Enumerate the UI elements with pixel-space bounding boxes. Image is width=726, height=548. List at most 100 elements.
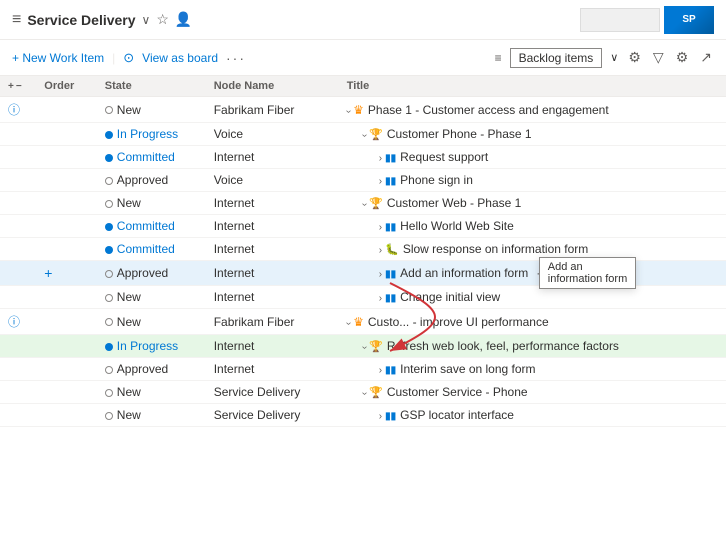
backlog-chevron-icon[interactable]: ∨ bbox=[610, 51, 618, 64]
order-cell bbox=[36, 238, 97, 261]
add-row-button[interactable]: + bbox=[44, 265, 52, 281]
node-cell: Internet bbox=[206, 146, 339, 169]
expand-all-icon[interactable]: + bbox=[8, 81, 14, 92]
title-cell[interactable]: ›▮▮Add an information form···Add an info… bbox=[339, 261, 726, 286]
state-dot bbox=[105, 412, 113, 420]
title-cell[interactable]: ›🏆 Customer Phone - Phase 1 bbox=[339, 123, 726, 146]
state-label: In Progress bbox=[117, 127, 178, 141]
state-label: Committed bbox=[117, 219, 175, 233]
node-cell: Service Delivery bbox=[206, 404, 339, 427]
info-icon[interactable]: ⓘ bbox=[8, 315, 20, 329]
settings-icon[interactable]: ⚙ bbox=[674, 47, 691, 68]
page-title: Service Delivery bbox=[27, 12, 135, 28]
title-cell[interactable]: ›▮▮Phone sign in bbox=[339, 169, 726, 192]
title-cell[interactable]: ›▮▮Request support bbox=[339, 146, 726, 169]
title-text: Slow response on information form bbox=[403, 242, 588, 256]
grid-icon: ≡ bbox=[12, 11, 21, 29]
state-cell: Approved bbox=[97, 169, 206, 192]
item-type-icon: ▮▮ bbox=[385, 290, 396, 304]
state-cell: New bbox=[97, 97, 206, 123]
title-cell[interactable]: ›▮▮Hello World Web Site bbox=[339, 215, 726, 238]
expand-arrow[interactable]: › bbox=[379, 222, 382, 233]
expand-arrow[interactable]: › bbox=[359, 134, 370, 137]
state-label: Committed bbox=[117, 150, 175, 164]
state-dot bbox=[105, 270, 113, 278]
state-cell: Approved bbox=[97, 261, 206, 286]
state-dot bbox=[105, 246, 113, 254]
order-cell bbox=[36, 358, 97, 381]
expand-arrow[interactable]: › bbox=[379, 411, 382, 422]
collapse-all-icon[interactable]: − bbox=[16, 81, 22, 92]
table-row: CommittedInternet›▮▮Hello World Web Site bbox=[0, 215, 726, 238]
title-chevron-icon[interactable]: ∨ bbox=[142, 13, 151, 27]
state-label: New bbox=[117, 103, 141, 117]
table-row: NewService Delivery›🏆Customer Service - … bbox=[0, 381, 726, 404]
expand-arrow[interactable]: › bbox=[379, 293, 382, 304]
columns-settings-icon[interactable]: ⚙ bbox=[626, 47, 643, 68]
expand-arrow[interactable]: › bbox=[379, 153, 382, 164]
title-text: Request support bbox=[400, 150, 488, 164]
title-cell[interactable]: ›▮▮Change initial view bbox=[339, 286, 726, 309]
table-row: Approved Internet›▮▮Interim save on long … bbox=[0, 358, 726, 381]
expand-arrow[interactable]: › bbox=[343, 321, 354, 324]
state-label: New bbox=[117, 315, 141, 329]
table-row: NewInternet›🏆Customer Web - Phase 1 bbox=[0, 192, 726, 215]
order-cell bbox=[36, 146, 97, 169]
expand-arrow[interactable]: › bbox=[379, 245, 382, 256]
expand-arrow[interactable]: › bbox=[359, 392, 370, 395]
item-type-icon: 🏆 bbox=[369, 129, 383, 141]
state-cell: New bbox=[97, 286, 206, 309]
title-cell[interactable]: ›▮▮Interim save on long form bbox=[339, 358, 726, 381]
filter-icon[interactable]: ▽ bbox=[651, 47, 666, 68]
item-type-icon: 🏆 bbox=[369, 341, 383, 353]
expand-arrow[interactable]: › bbox=[379, 269, 382, 280]
star-icon[interactable]: ☆ bbox=[156, 11, 169, 28]
expand-arrow[interactable]: › bbox=[359, 203, 370, 206]
title-text: Customer Service - Phone bbox=[387, 385, 528, 399]
title-cell[interactable]: ›🏆Refresh web look, feel, performance fa… bbox=[339, 335, 726, 358]
expand-arrow[interactable]: › bbox=[359, 346, 370, 349]
divider: | bbox=[112, 51, 115, 65]
title-cell[interactable]: ›♛Custo... - improve UI performance bbox=[339, 309, 726, 335]
header: ≡ Service Delivery ∨ ☆ 👤 SP bbox=[0, 0, 726, 40]
title-text: Customer Phone - Phase 1 bbox=[387, 127, 532, 141]
node-cell: Internet bbox=[206, 238, 339, 261]
user-icon[interactable]: 👤 bbox=[175, 11, 192, 28]
title-text: Phase 1 - Customer access and engagement bbox=[368, 103, 609, 117]
state-dot bbox=[105, 389, 113, 397]
expand-icon[interactable]: ↗ bbox=[698, 47, 714, 68]
title-cell[interactable]: ›▮▮GSP locator interface bbox=[339, 404, 726, 427]
title-cell[interactable]: ›♛Phase 1 - Customer access and engageme… bbox=[339, 97, 726, 123]
node-cell: Internet bbox=[206, 261, 339, 286]
view-as-board-button[interactable]: View as board bbox=[142, 51, 218, 65]
state-label: Approved bbox=[117, 362, 168, 376]
node-cell: Internet bbox=[206, 358, 339, 381]
more-options-button[interactable]: ··· bbox=[226, 50, 246, 66]
backlog-items-button[interactable]: Backlog items bbox=[510, 48, 603, 68]
node-cell: Internet bbox=[206, 286, 339, 309]
state-label: New bbox=[117, 290, 141, 304]
item-type-icon: ▮▮ bbox=[385, 362, 396, 376]
state-cell: Approved bbox=[97, 358, 206, 381]
title-cell[interactable]: ›🏆Customer Web - Phase 1 bbox=[339, 192, 726, 215]
order-cell bbox=[36, 192, 97, 215]
state-dot bbox=[105, 223, 113, 231]
state-label: In Progress bbox=[117, 339, 178, 353]
expand-arrow[interactable]: › bbox=[379, 365, 382, 376]
title-cell[interactable]: ›🐛Slow response on information form bbox=[339, 238, 726, 261]
state-dot bbox=[105, 177, 113, 185]
item-type-icon: 🏆 bbox=[369, 198, 383, 210]
state-cell: In Progress bbox=[97, 335, 206, 358]
table-row: ⓘNewFabrikam Fiber›♛Phase 1 - Customer a… bbox=[0, 97, 726, 123]
avatar-label: SP bbox=[682, 14, 695, 25]
expand-arrow[interactable]: › bbox=[379, 176, 382, 187]
expand-arrow[interactable]: › bbox=[343, 109, 354, 112]
state-label: New bbox=[117, 196, 141, 210]
title-cell[interactable]: ›🏆 Customer Service - Phone bbox=[339, 381, 726, 404]
new-work-item-button[interactable]: + New Work Item bbox=[12, 51, 104, 65]
order-cell bbox=[36, 309, 97, 335]
node-cell: Fabrikam Fiber bbox=[206, 309, 339, 335]
item-type-icon: 🏆 bbox=[369, 387, 383, 399]
table-row: NewService Delivery›▮▮GSP locator interf… bbox=[0, 404, 726, 427]
info-icon[interactable]: ⓘ bbox=[8, 103, 20, 117]
